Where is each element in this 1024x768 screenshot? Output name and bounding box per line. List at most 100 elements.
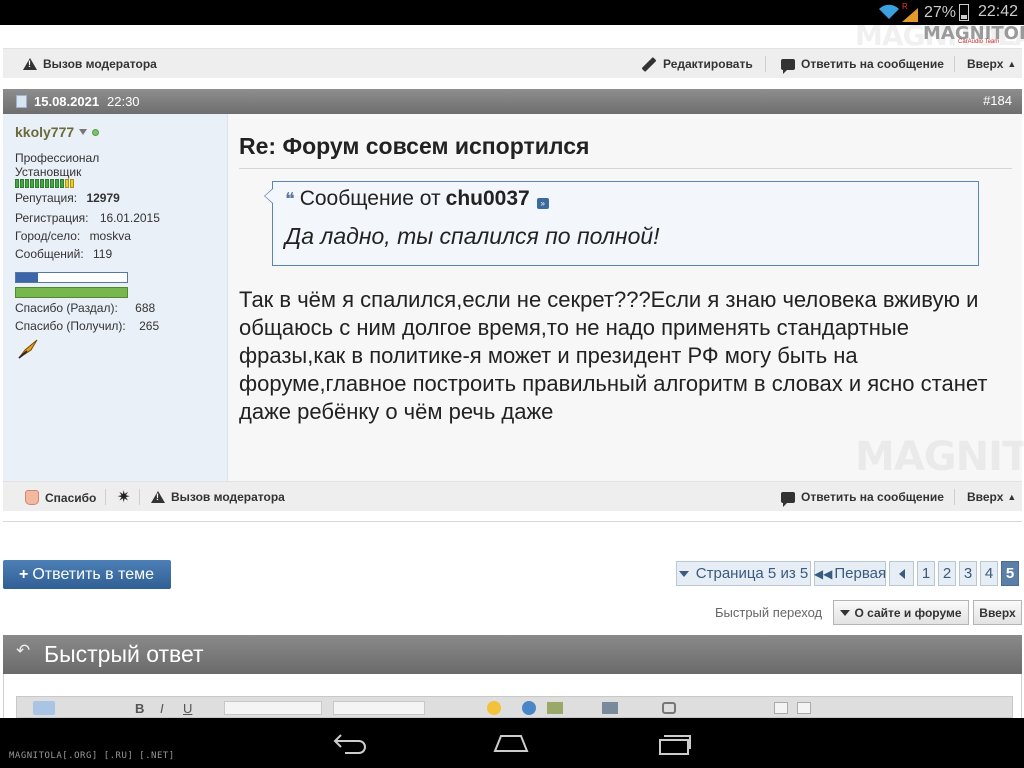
quick-nav-select[interactable]: О сайте и форуме	[833, 600, 969, 625]
chevron-down-icon	[79, 129, 88, 135]
first-page-button[interactable]: ◀◀ Первая	[814, 561, 886, 586]
quick-nav-select-value: О сайте и форуме	[854, 605, 962, 620]
moderator-call-button[interactable]: Вызов модератора	[23, 57, 157, 71]
underline-icon[interactable]: U	[183, 701, 192, 716]
chevron-down-icon	[678, 570, 689, 577]
warning-icon	[151, 491, 165, 503]
page-3-link[interactable]: 3	[959, 561, 977, 586]
site-logo[interactable]: MAGNITOLA MAGNITOLA CarAudio Team	[855, 19, 1024, 52]
post-number-link[interactable]: #184	[983, 93, 1012, 108]
reply-to-post-label: Ответить на сообщение	[801, 57, 944, 71]
smiley-icon[interactable]	[487, 701, 501, 715]
thanks-received-value: 265	[139, 319, 160, 333]
separator	[139, 489, 140, 505]
back-icon[interactable]	[333, 732, 369, 754]
size-select[interactable]	[333, 701, 425, 715]
first-page-label: Первая	[834, 565, 887, 582]
italic-icon[interactable]: I	[160, 701, 164, 716]
list-icon[interactable]	[797, 702, 811, 714]
reply-to-post-button[interactable]: Ответить на сообщение	[781, 490, 944, 507]
bold-icon[interactable]: B	[135, 701, 144, 716]
back-to-top-button[interactable]: Вверх ▲	[967, 57, 1016, 71]
post-actions: Спасибо ✷ Вызов модератора Ответить на с…	[3, 481, 1022, 511]
online-status-icon	[92, 128, 100, 136]
thanks-given-value: 688	[135, 301, 156, 315]
quick-nav-up-button[interactable]: Вверх	[973, 600, 1022, 625]
edit-button[interactable]: Редактировать	[641, 56, 753, 72]
back-to-top-label: Вверх	[967, 57, 1004, 71]
pagination: Страница 5 из 5 ◀◀ Первая 1 2 3 4 5	[676, 561, 1019, 586]
report-button[interactable]: ✷	[117, 487, 130, 507]
chevron-left-icon	[898, 568, 905, 579]
align-icon[interactable]	[774, 702, 788, 714]
post-body: Так в чём я спалился,если не секрет???Ес…	[239, 287, 988, 424]
reputation: Репутация: 12979	[15, 191, 120, 205]
reply-in-thread-button[interactable]: + Ответить в теме	[3, 560, 171, 589]
post-count-value: 119	[93, 247, 113, 261]
quick-reply-title: Быстрый ответ	[44, 641, 204, 667]
back-to-top-button[interactable]: Вверх ▲	[967, 490, 1016, 504]
separator	[765, 56, 766, 72]
city: Город/село: moskva	[15, 229, 131, 243]
video-icon[interactable]	[602, 702, 618, 714]
separator	[105, 489, 106, 505]
post-time: 22:30	[107, 94, 140, 109]
quote-author: chu0037	[445, 187, 530, 210]
reply-to-post-button[interactable]: Ответить на сообщение	[781, 57, 944, 74]
chevron-down-icon	[840, 609, 851, 616]
page-info: Страница 5 из 5	[695, 565, 809, 582]
thanks-received: Спасибо (Получил): 265	[15, 319, 160, 333]
warning-icon	[23, 58, 37, 70]
font-select[interactable]	[224, 701, 322, 715]
moderator-call-button[interactable]: Вызов модератора	[151, 490, 285, 504]
logo-sub: CarAudio Team	[958, 39, 1000, 45]
registration-date: 16.01.2015	[99, 211, 160, 225]
back-to-top-label: Вверх	[967, 490, 1004, 504]
image-icon[interactable]	[547, 702, 563, 714]
edit-label: Редактировать	[663, 57, 753, 71]
home-icon[interactable]	[493, 733, 529, 753]
reply-to-post-label: Ответить на сообщение	[801, 490, 944, 504]
feather-award-icon	[18, 339, 38, 359]
triangle-up-icon: ▲	[1007, 492, 1017, 502]
pencil-icon	[641, 56, 657, 72]
page-2-link[interactable]: 2	[938, 561, 956, 586]
quote-text: Да ладно, ты спалился по полной!	[285, 223, 660, 249]
username-menu[interactable]: kkoly777	[15, 124, 100, 140]
separator	[954, 56, 955, 72]
view-original-post-icon[interactable]: »	[536, 197, 549, 209]
editor-toolbar: B I U	[16, 696, 1013, 718]
site-domains: MAGNITOLA[.ORG] [.RU] [.NET]	[9, 751, 175, 761]
page-info-dropdown[interactable]: Страница 5 из 5	[676, 561, 811, 586]
speech-bubble-icon	[781, 491, 795, 507]
user-role: Установщик	[15, 165, 82, 179]
font-color-icon[interactable]	[33, 701, 55, 715]
page-1-link[interactable]: 1	[917, 561, 935, 586]
previous-page-button[interactable]	[889, 561, 914, 586]
double-chevron-left-icon: ◀◀	[813, 566, 833, 581]
activity-bar	[15, 272, 128, 283]
user-info-panel: kkoly777 Профессионал Установщик Репутац…	[3, 114, 228, 481]
post-title: Re: Форум совсем испортился	[239, 133, 590, 159]
registration: Регистрация: 16.01.2015	[15, 211, 160, 225]
thanks-button[interactable]: Спасибо	[25, 490, 96, 505]
quote-icon[interactable]	[662, 702, 676, 714]
separator	[954, 489, 955, 505]
moderator-call-label: Вызов модератора	[43, 57, 157, 71]
quick-reply-body: B I U	[3, 674, 1022, 718]
quick-nav-label: Быстрый переход	[715, 605, 823, 620]
triangle-up-icon: ▲	[1007, 59, 1017, 69]
page-4-link[interactable]: 4	[980, 561, 998, 586]
thanks-given: Спасибо (Раздал): 688	[15, 301, 156, 315]
hand-icon	[25, 490, 39, 505]
quote-block: ❝ Сообщение от chu0037 » Да ладно, ты сп…	[264, 181, 979, 266]
quote-icon: ❝	[285, 188, 295, 209]
title-divider	[239, 168, 1012, 169]
link-icon[interactable]	[522, 701, 536, 715]
reply-arrow-icon: ↶	[16, 641, 31, 660]
section-divider	[3, 521, 1022, 522]
recent-apps-icon[interactable]	[656, 733, 692, 755]
quote-prefix: Сообщение от	[299, 187, 441, 210]
wifi-icon	[879, 4, 899, 19]
speech-bubble-icon	[781, 58, 795, 74]
